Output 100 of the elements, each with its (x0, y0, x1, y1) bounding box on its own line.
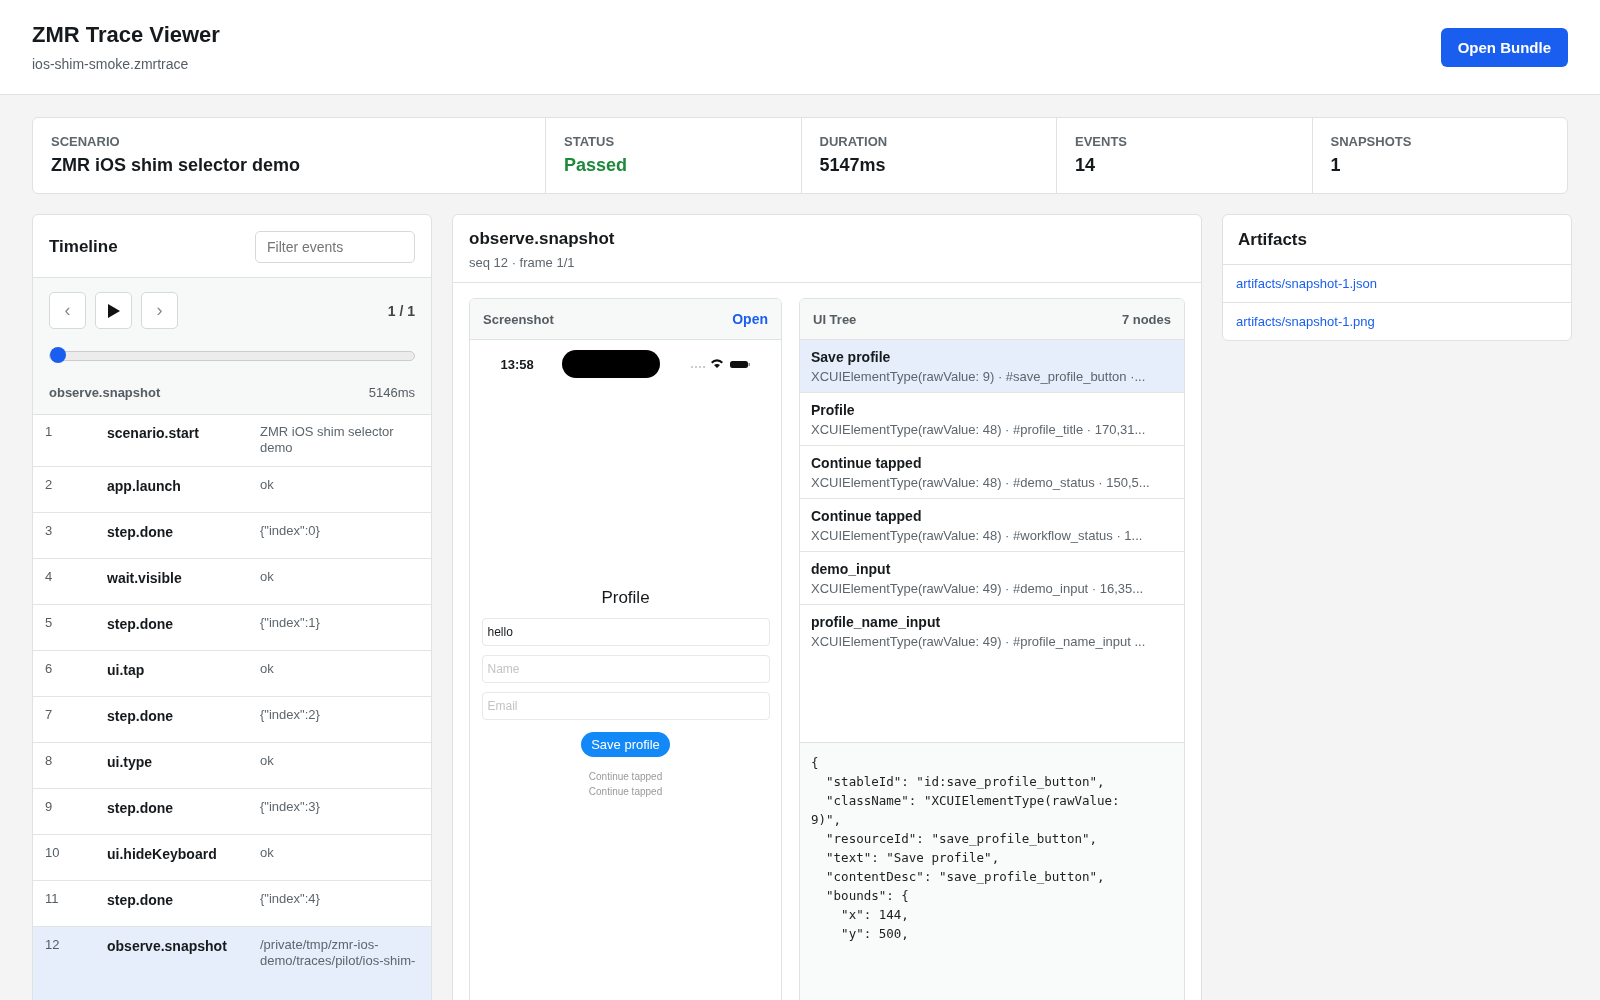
node-meta: XCUIElementType(rawValue: 9) · #save_profile_button ·... (811, 369, 1147, 384)
stat-label: SCENARIO (51, 134, 121, 149)
node-label: Continue tapped (811, 508, 923, 524)
save-profile-button[interactable]: Save profile (581, 732, 670, 757)
tree-node[interactable]: Save profile XCUIElementType(rawValue: 9) · #save_profile_button ·... (800, 340, 1184, 393)
profile-heading: Profile (601, 588, 650, 608)
event-detail: ZMR iOS shim selector demo (260, 424, 395, 457)
event-detail: ok (260, 569, 275, 586)
event-row[interactable]: 12 observe.snapshot /private/tmp/zmr-ios-demo/traces/pilot/ios-shim- (33, 927, 431, 1000)
next-button[interactable]: › (141, 292, 178, 329)
node-label: profile_name_input (811, 614, 942, 630)
event-seq: 6 (45, 661, 54, 678)
event-detail: ok (260, 477, 275, 494)
detail-title: observe.snapshot (469, 229, 616, 249)
event-row[interactable]: 7 step.done {"index":2} (33, 697, 431, 743)
event-row[interactable]: 6 ui.tap ok (33, 651, 431, 697)
status-time: 13:58 (500, 356, 534, 372)
event-name: step.done (107, 707, 175, 726)
event-detail: ok (260, 753, 275, 770)
event-detail: {"index":3} (260, 799, 321, 816)
stat-value: Passed (564, 155, 629, 176)
tree-node[interactable]: Continue tapped XCUIElementType(rawValue: 48) · #workflow_status · 1... (800, 499, 1184, 552)
event-row[interactable]: 3 step.done {"index":0} (33, 513, 431, 559)
node-count: 7 nodes (1121, 311, 1171, 327)
event-seq: 2 (45, 477, 54, 494)
panel-title: Artifacts (1223, 215, 1571, 265)
event-seq: 8 (45, 753, 54, 770)
event-name: observe.snapshot (107, 937, 228, 956)
status-message: Continue tapped (588, 770, 663, 784)
event-name: ui.tap (107, 661, 146, 680)
event-row[interactable]: 8 ui.type ok (33, 743, 431, 789)
event-name: scenario.start (107, 424, 200, 443)
play-button[interactable] (95, 292, 132, 329)
filter-field[interactable]: Filter events (255, 231, 415, 263)
node-label: demo_input (811, 561, 892, 577)
event-seq: 9 (45, 799, 54, 816)
event-seq: 3 (45, 523, 54, 540)
event-detail: ok (260, 845, 275, 862)
event-detail: {"index":2} (260, 707, 321, 724)
node-meta: XCUIElementType(rawValue: 48) · #profile_title · 170,31... (811, 422, 1147, 437)
file-name: ios-shim-smoke.zmrtrace (32, 56, 190, 72)
panel-title: Timeline (49, 237, 118, 257)
node-json: { "stableId": "id:save_profile_button", "className": "XCUIElementType(rawValue: 9)", "resourceId": "save_profile_button", "text": "Save profile", "contentDesc": "save_profile_button", "bounds": { "x": 144, "y": 500, (800, 743, 1184, 1000)
open-bundle-button[interactable]: Open Bundle (1440, 27, 1568, 67)
tree-node[interactable]: Continue tapped XCUIElementType(rawValue: 48) · #demo_status · 150,5... (800, 446, 1184, 499)
event-row[interactable]: 5 step.done {"index":1} (33, 605, 431, 651)
artifact-link[interactable]: artifacts/snapshot-1.png (1223, 303, 1571, 340)
detail-subtitle: seq 12 · frame 1/1 (469, 255, 576, 270)
event-name: step.done (107, 615, 175, 634)
tree-node[interactable]: profile_name_input XCUIElementType(rawValue: 49) · #profile_name_input ... (800, 605, 1184, 657)
prev-button[interactable]: ‹ (49, 292, 86, 329)
event-detail: {"index":0} (260, 523, 321, 540)
stat-label: SNAPSHOTS (1330, 134, 1413, 149)
current-event: observe.snapshot (49, 385, 161, 400)
tree-node[interactable]: demo_input XCUIElementType(rawValue: 49) · #demo_input · 16,35... (800, 552, 1184, 605)
event-seq: 1 (45, 424, 54, 441)
stat-value: 1 (1330, 155, 1342, 176)
status-message: Continue tapped (588, 785, 663, 799)
stat-value: 14 (1075, 155, 1097, 176)
event-seq: 5 (45, 615, 54, 632)
event-name: app.launch (107, 477, 182, 496)
event-name: step.done (107, 799, 175, 818)
stat-label: STATUS (564, 134, 616, 149)
open-link[interactable]: Open (732, 311, 768, 327)
event-name: step.done (107, 523, 175, 542)
stat-label: EVENTS (1075, 134, 1128, 149)
event-row[interactable]: 10 ui.hideKeyboard ok (33, 835, 431, 881)
node-label: Save profile (811, 349, 892, 365)
phone-input-field[interactable]: hello (481, 618, 770, 646)
stat-value: ZMR iOS shim selector demo (51, 155, 302, 176)
app-title: ZMR Trace Viewer (32, 22, 220, 48)
stat-label: DURATION (819, 134, 889, 149)
play-icon (106, 302, 121, 319)
frame-counter: 1 / 1 (387, 302, 415, 319)
event-name: wait.visible (107, 569, 183, 588)
artifact-link[interactable]: artifacts/snapshot-1.json (1223, 265, 1571, 303)
event-row[interactable]: 1 scenario.start ZMR iOS shim selector demo (33, 415, 431, 467)
node-meta: XCUIElementType(rawValue: 48) · #demo_status · 150,5... (811, 475, 1151, 490)
event-name: ui.type (107, 753, 154, 772)
event-name: ui.hideKeyboard (107, 845, 218, 864)
tree-node[interactable]: Profile XCUIElementType(rawValue: 48) · #profile_title · 170,31... (800, 393, 1184, 446)
node-meta: XCUIElementType(rawValue: 49) · #demo_input · 16,35... (811, 581, 1145, 596)
event-row[interactable]: 2 app.launch ok (33, 467, 431, 513)
card-title: UI Tree (813, 311, 857, 327)
scrubber-thumb[interactable] (50, 347, 66, 363)
event-detail: {"index":1} (260, 615, 321, 632)
event-row[interactable]: 4 wait.visible ok (33, 559, 431, 605)
card-title: Screenshot (483, 311, 554, 327)
event-detail: ok (260, 661, 275, 678)
node-label: Profile (811, 402, 856, 418)
node-label: Continue tapped (811, 455, 923, 471)
event-seq: 10 (45, 845, 61, 862)
event-row[interactable]: 9 step.done {"index":3} (33, 789, 431, 835)
event-detail: /private/tmp/zmr-ios-demo/traces/pilot/ios-shim- (260, 937, 417, 970)
current-time: 5146ms (368, 385, 415, 400)
event-detail: {"index":4} (260, 891, 321, 908)
event-seq: 7 (45, 707, 54, 724)
node-meta: XCUIElementType(rawValue: 48) · #workflow_status · 1... (811, 528, 1144, 543)
stat-value: 5147ms (819, 155, 887, 176)
event-name: step.done (107, 891, 175, 910)
